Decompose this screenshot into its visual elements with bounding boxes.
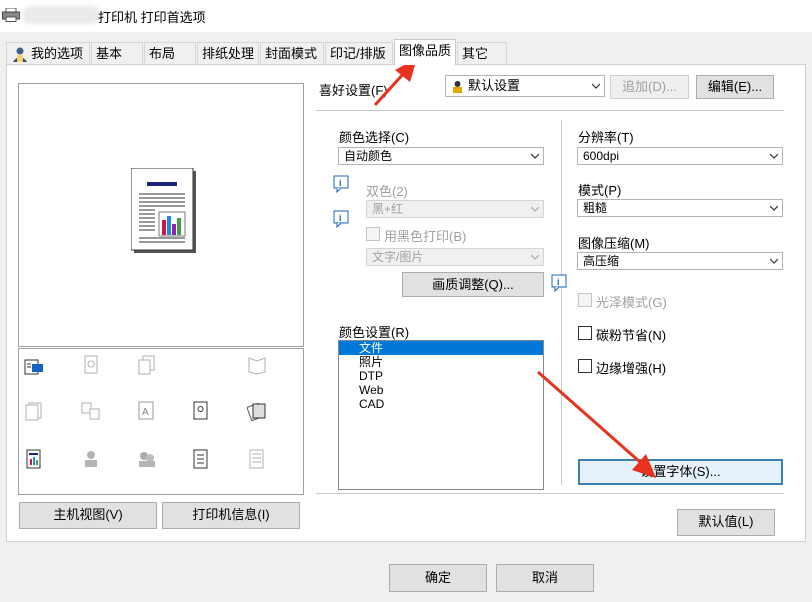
tab-basic[interactable]: 基本: [91, 42, 143, 64]
color-settings-label: 颜色设置(R): [339, 325, 410, 340]
toner-save-label: 碳粉节省(N): [596, 328, 667, 343]
account-track-icon: [139, 452, 155, 467]
edit-favorite-button[interactable]: 编辑(E)...: [696, 75, 774, 99]
defaults-button[interactable]: 默认值(L): [677, 509, 775, 536]
favorites-label: 喜好设置(F): [319, 83, 388, 98]
duplex-icon: [84, 355, 98, 374]
color-document-icon: [26, 449, 41, 469]
color-select[interactable]: 自动颜色: [338, 147, 544, 165]
tab-other[interactable]: 其它: [457, 42, 507, 64]
favorite-setting-icon: [453, 81, 462, 93]
info-icon[interactable]: i: [551, 274, 567, 292]
feature-icon-grid: A: [18, 348, 304, 495]
edge-enhance-label: 边缘增强(H): [596, 361, 667, 376]
tab-label: 我的选项: [31, 46, 84, 61]
gloss-mode-checkbox[interactable]: [578, 293, 592, 307]
tab-label: 排纸处理: [202, 46, 255, 61]
chevron-down-icon: [770, 205, 778, 211]
mode-label: 模式(P): [578, 183, 622, 198]
tab-cover-mode[interactable]: 封面模式: [260, 42, 324, 64]
document-preview-icon: [131, 168, 196, 253]
mode-value: 粗糙: [583, 201, 608, 215]
booklet-icon: [248, 357, 266, 375]
printer-info-button[interactable]: 打印机信息(I): [162, 502, 300, 529]
svg-text:A: A: [142, 407, 149, 418]
compression-label: 图像压缩(M): [578, 236, 650, 251]
divider: [561, 120, 562, 485]
black-print-label: 用黑色打印(B): [384, 229, 467, 244]
blurred-printer-name: [22, 6, 100, 24]
favorites-select[interactable]: 默认设置: [445, 75, 605, 97]
tab-label: 印记/排版: [330, 46, 386, 61]
tab-stamp-layout[interactable]: 印记/排版: [325, 42, 393, 64]
color-select-label: 颜色选择(C): [339, 130, 410, 145]
resolution-label: 分辨率(T): [578, 130, 634, 145]
list-item[interactable]: Web: [339, 383, 543, 397]
color-select-value: 自动颜色: [344, 149, 393, 163]
resolution-value: 600dpi: [583, 149, 620, 163]
tab-label: 图像品质: [399, 43, 452, 58]
edge-enhance-checkbox[interactable]: [578, 359, 592, 373]
compression-select[interactable]: 高压缩: [577, 252, 783, 270]
user-auth-icon: [85, 451, 97, 467]
host-view-button[interactable]: 主机视图(V): [19, 502, 157, 529]
quality-adjust-button[interactable]: 画质调整(Q)...: [402, 272, 544, 297]
divider: [316, 110, 784, 111]
tab-layout[interactable]: 布局: [144, 42, 196, 64]
tab-my-options[interactable]: 我的选项: [6, 42, 90, 64]
add-favorite-button[interactable]: 追加(D)...: [610, 75, 689, 99]
resolution-select[interactable]: 600dpi: [577, 147, 783, 165]
user-icon: [13, 47, 27, 62]
tab-paper-handling[interactable]: 排纸处理: [197, 42, 259, 64]
window-title: 打印机 打印首选项: [98, 10, 206, 25]
font-settings-button[interactable]: 设置字体(S)...: [578, 459, 783, 485]
tab-label: 基本: [96, 46, 123, 61]
ok-button[interactable]: 确定: [389, 564, 487, 592]
svg-text:i: i: [339, 213, 342, 223]
tab-label: 其它: [462, 46, 489, 61]
two-color-label: 双色(2): [366, 184, 408, 199]
stamp-icon: [193, 401, 208, 420]
color-settings-list[interactable]: 文件 照片 DTP Web CAD: [338, 340, 544, 490]
svg-text:i: i: [339, 178, 342, 188]
checklist-icon: [193, 449, 208, 469]
chevron-down-icon: [770, 153, 778, 159]
tab-label: 布局: [149, 46, 176, 61]
list-item[interactable]: 文件: [339, 341, 543, 355]
black-print-select[interactable]: 文字/图片: [366, 248, 544, 266]
list-item[interactable]: CAD: [339, 397, 543, 411]
chevron-down-icon: [592, 83, 600, 89]
toner-save-checkbox[interactable]: [578, 326, 592, 340]
print-mode-icon: [24, 359, 43, 375]
list-item[interactable]: 照片: [339, 355, 543, 369]
black-print-value: 文字/图片: [372, 250, 424, 264]
staple-icon: [247, 402, 266, 421]
chevron-down-icon: [531, 153, 539, 159]
collate-icon: [25, 402, 42, 421]
gloss-mode-label: 光泽模式(G): [596, 295, 667, 310]
favorites-value: 默认设置: [468, 78, 521, 93]
tab-label: 封面模式: [265, 46, 318, 61]
page-preview: [18, 83, 304, 347]
printer-icon: [2, 8, 20, 22]
two-color-select[interactable]: 黑+红: [366, 200, 544, 218]
compression-value: 高压缩: [583, 254, 620, 268]
page-list-icon: [249, 449, 264, 469]
info-icon[interactable]: i: [333, 175, 349, 193]
svg-text:i: i: [557, 277, 560, 287]
two-color-value: 黑+红: [372, 202, 404, 216]
offset-icon: [81, 402, 100, 420]
cancel-button[interactable]: 取消: [496, 564, 594, 592]
list-item[interactable]: DTP: [339, 369, 543, 383]
tab-image-quality[interactable]: 图像品质: [394, 39, 456, 65]
divider: [316, 493, 784, 494]
info-icon[interactable]: i: [333, 210, 349, 228]
chevron-down-icon: [531, 206, 539, 212]
chevron-down-icon: [770, 258, 778, 264]
text-icon: A: [138, 401, 154, 420]
chevron-down-icon: [531, 254, 539, 260]
mode-select[interactable]: 粗糙: [577, 199, 783, 217]
copies-icon: [138, 355, 155, 375]
black-print-checkbox[interactable]: [366, 227, 380, 241]
